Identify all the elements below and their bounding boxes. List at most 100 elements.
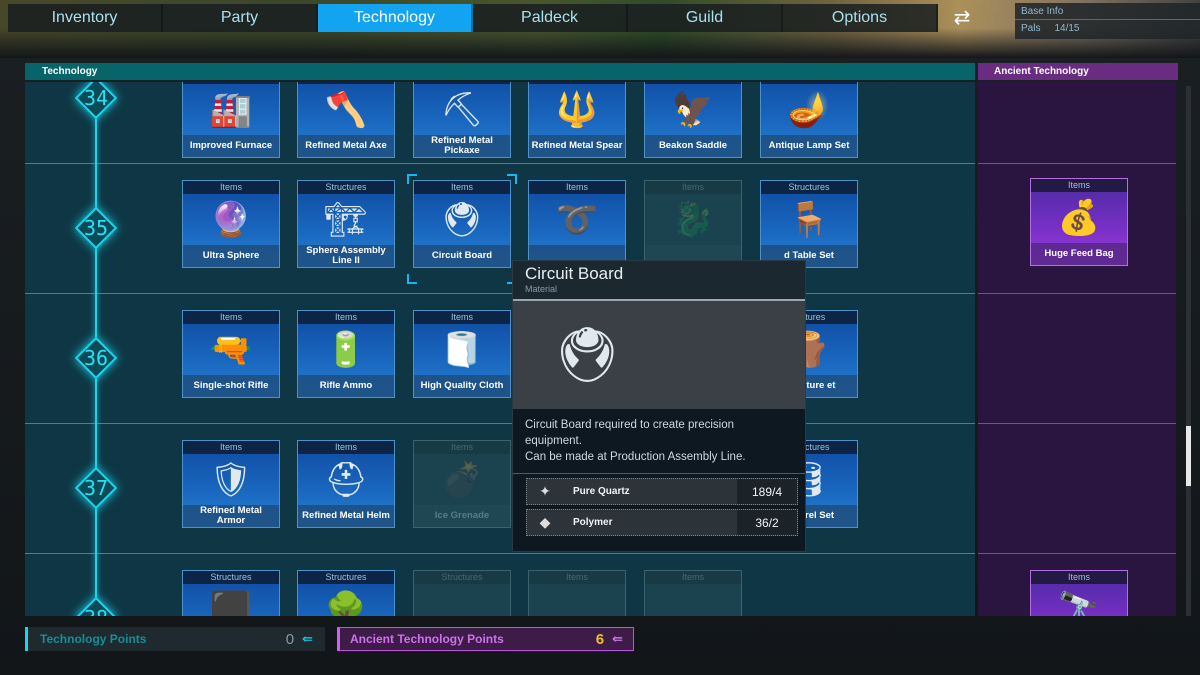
tech-card[interactable]: Items 🧻 High Quality Cloth <box>413 310 511 398</box>
technology-header: Technology <box>25 63 975 80</box>
ancient-technology-panel[interactable]: Items 💰 Huge Feed Bag Items 🔭 <box>978 82 1176 616</box>
item-tooltip: Circuit Board Material 🖲 Circuit Board r… <box>512 260 806 552</box>
ancient-points-value: 6 <box>595 630 605 648</box>
tab-paldeck[interactable]: Paldeck <box>473 4 628 32</box>
tech-card[interactable]: Items 🔮 Ultra Sphere <box>182 180 280 268</box>
level-marker: 34 <box>74 82 118 120</box>
tab-inventory[interactable]: Inventory <box>8 4 163 32</box>
tech-card[interactable]: Items <box>644 570 742 616</box>
table-icon: 🪑 <box>787 200 831 239</box>
card-category: Items <box>645 571 741 584</box>
tech-card[interactable]: Items 🛡 Refined Metal Armor <box>182 440 280 528</box>
technology-points: Technology Points 0 ⇚ <box>25 627 325 651</box>
spear-icon: 🔱 <box>555 90 599 129</box>
card-name: Single-shot Rifle <box>183 375 279 397</box>
tab-guild[interactable]: Guild <box>628 4 783 32</box>
tech-card[interactable]: 🦅 Beakon Saddle <box>644 82 742 158</box>
tooltip-description-source: Can be made at Production Assembly Line. <box>525 451 746 463</box>
ancient-tech-card[interactable]: Items 🔭 <box>1030 570 1128 616</box>
card-name: Beakon Saddle <box>645 135 741 157</box>
material-name: Polymer <box>573 517 613 528</box>
tab-technology[interactable]: Technology <box>318 4 473 32</box>
bush-icon: 🌳 <box>324 590 368 617</box>
card-category: Items <box>414 181 510 194</box>
tech-card[interactable]: 🪓 Refined Metal Axe <box>297 82 395 158</box>
tech-card[interactable]: Structures <box>413 570 511 616</box>
card-name: Antique Lamp Set <box>761 135 857 157</box>
card-name: Circuit Board <box>414 245 510 267</box>
tech-card[interactable]: Structures 🌳 <box>297 570 395 616</box>
card-category: Items <box>1031 571 1127 584</box>
card-category: Items <box>298 441 394 454</box>
card-name: High Quality Cloth <box>414 375 510 397</box>
level-marker: 35 <box>74 206 118 250</box>
item-icon <box>529 584 625 616</box>
swap-icon[interactable]: ⇄ <box>948 7 976 29</box>
card-category: Items <box>645 181 741 194</box>
tech-card[interactable]: Structures 🏗 Sphere Assembly Line II <box>297 180 395 268</box>
tech-card[interactable]: Items 🔫 Single-shot Rifle <box>182 310 280 398</box>
pickaxe-icon: ⛏ <box>440 90 484 129</box>
tech-card[interactable]: 🔱 Refined Metal Spear <box>528 82 626 158</box>
rifle-icon: 🔫 <box>209 330 253 369</box>
card-name: Refined Metal Helm <box>298 505 394 527</box>
row-divider <box>25 293 975 294</box>
tech-card[interactable]: Items <box>528 570 626 616</box>
card-category: Structures <box>414 571 510 584</box>
row-divider <box>978 553 1176 554</box>
points-icon: ⇚ <box>302 631 313 646</box>
tech-card[interactable]: Items ➰ <box>528 180 626 268</box>
card-category: Items <box>414 311 510 324</box>
pals-count: 14/15 <box>1054 23 1080 34</box>
card-name: Refined Metal Pickaxe <box>414 135 510 157</box>
pals-label: Pals <box>1021 23 1041 34</box>
card-category: Structures <box>298 571 394 584</box>
card-name: Rifle Ammo <box>298 375 394 397</box>
polymer-icon: ◆ <box>539 514 551 530</box>
cannon-icon: 🔭 <box>1057 590 1101 617</box>
tech-card[interactable]: 🏭 Improved Furnace <box>182 82 280 158</box>
card-category: Items <box>1031 179 1127 192</box>
ammo-icon: 🔋 <box>324 330 368 369</box>
scrollbar[interactable] <box>1186 86 1191 616</box>
technology-points-label: Technology Points <box>40 632 147 646</box>
rope-icon: ➰ <box>555 200 599 239</box>
tech-card[interactable]: Items 🔋 Rifle Ammo <box>297 310 395 398</box>
tab-party[interactable]: Party <box>163 4 318 32</box>
saddle-icon: 🦅 <box>671 90 715 129</box>
tech-card[interactable]: 🪔 Antique Lamp Set <box>760 82 858 158</box>
circuit-board-icon: 🖲 <box>513 301 805 409</box>
assembly-line-icon: 🏗 <box>324 200 368 239</box>
tech-card[interactable]: Items 🖲 Circuit Board <box>413 180 511 268</box>
grenade-icon: 💣 <box>440 460 484 499</box>
tooltip-description: Circuit Board required to create precisi… <box>525 419 735 447</box>
tech-card[interactable]: Items 💣 Ice Grenade <box>413 440 511 528</box>
structure-icon <box>414 584 510 616</box>
row-divider <box>25 423 975 424</box>
row-divider <box>978 163 1176 164</box>
row-divider <box>25 553 975 554</box>
tech-card[interactable]: Items 🐉 <box>644 180 742 268</box>
tab-options[interactable]: Options <box>783 4 938 32</box>
points-icon: ⇚ <box>612 631 623 646</box>
sphere-icon: 🔮 <box>209 200 253 239</box>
scrollbar-thumb[interactable] <box>1186 426 1191 486</box>
card-category: Items <box>529 571 625 584</box>
tech-card[interactable]: ⛏ Refined Metal Pickaxe <box>413 82 511 158</box>
saddle-icon: 🐉 <box>671 200 715 239</box>
tech-card[interactable]: Items ⛑ Refined Metal Helm <box>297 440 395 528</box>
card-name: Improved Furnace <box>183 135 279 157</box>
material-quantity: 36/2 <box>737 510 797 535</box>
armor-icon: 🛡 <box>209 460 253 499</box>
material-row: ✦ Pure Quartz 189/4 <box>526 478 798 505</box>
ancient-tech-card[interactable]: Items 💰 Huge Feed Bag <box>1030 178 1128 266</box>
technology-tree-panel[interactable]: 34 35 36 37 38 🏭 Improved Furnace 🪓 Refined… <box>25 82 975 616</box>
base-info-title: Base Info <box>1015 3 1200 20</box>
card-name: Ice Grenade <box>414 505 510 527</box>
tech-card[interactable]: Structures 🪑 d Table Set <box>760 180 858 268</box>
level-marker: 38 <box>74 596 118 616</box>
circuit-board-icon: 🖲 <box>440 200 484 239</box>
material-quantity: 189/4 <box>737 479 797 504</box>
tech-card[interactable]: Structures ⬛ <box>182 570 280 616</box>
material-row: ◆ Polymer 36/2 <box>526 509 798 536</box>
